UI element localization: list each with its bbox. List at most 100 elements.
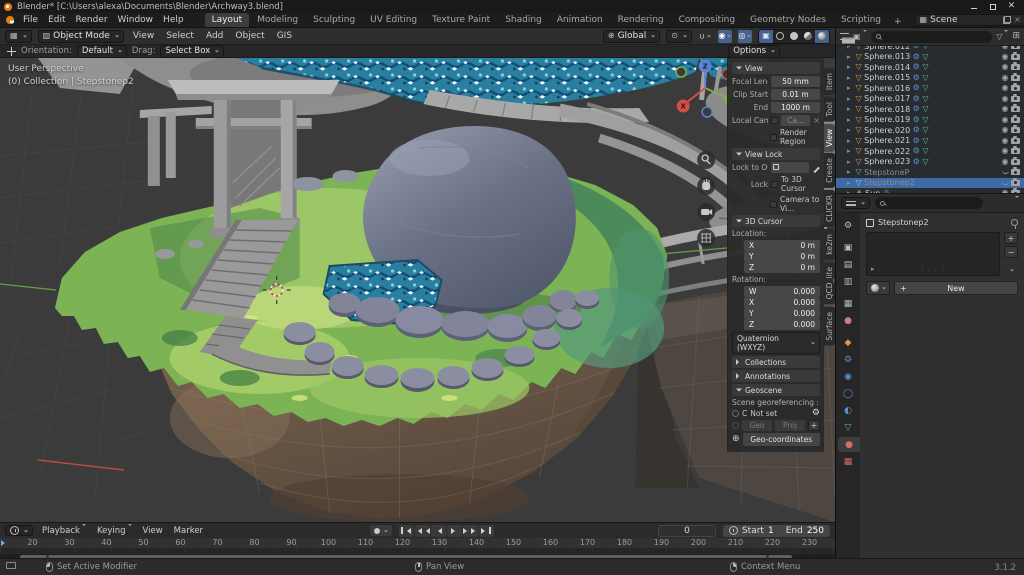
cursor-rot-x[interactable]: X0.000 xyxy=(744,297,820,308)
hide-viewport-toggle[interactable]: ◉ xyxy=(1002,84,1009,92)
hide-viewport-toggle[interactable]: ◉ xyxy=(1002,147,1009,155)
render-region-checkbox[interactable] xyxy=(770,134,777,141)
hide-viewport-toggle[interactable]: ◉ xyxy=(1002,95,1009,103)
hide-viewport-toggle[interactable]: ◉ xyxy=(1002,126,1009,134)
tab-constraints[interactable]: ◐ xyxy=(836,403,860,418)
hide-viewport-toggle[interactable]: ◉ xyxy=(1002,137,1009,145)
tab-texture[interactable]: ▦ xyxy=(836,454,860,469)
n-tab-item[interactable]: Item xyxy=(824,68,835,95)
clear-camera-icon[interactable]: × xyxy=(813,117,820,125)
pin-icon[interactable] xyxy=(1011,219,1018,226)
outliner-row[interactable]: ▸▽Sphere.014⚙▽◉ xyxy=(836,62,1024,73)
current-frame-field[interactable]: 0 xyxy=(658,525,716,537)
jump-to-start-button[interactable] xyxy=(399,525,414,537)
shading-material-button[interactable] xyxy=(801,30,815,43)
options-dropdown[interactable]: Options xyxy=(728,45,780,58)
menu-item[interactable]: Window xyxy=(113,14,159,26)
hidden-eye-icon[interactable] xyxy=(1002,181,1009,185)
properties-editor-type[interactable] xyxy=(841,197,870,209)
outliner-row[interactable]: ▸▽Sphere.021⚙▽◉ xyxy=(836,136,1024,147)
local-camera-checkbox[interactable] xyxy=(771,117,778,124)
n-tab-clickr[interactable]: CLICKR xyxy=(824,190,835,227)
stopwatch-icon[interactable] xyxy=(729,526,738,535)
cursor-rot-z[interactable]: Z0.000 xyxy=(744,319,820,330)
material-slot-list[interactable]: ▸ : : : : xyxy=(866,232,1000,276)
outliner-row[interactable]: ▸▽Sphere.020⚙▽◉ xyxy=(836,125,1024,136)
play-reverse-button[interactable] xyxy=(431,525,446,537)
pivot-point-selector[interactable]: ⊙ xyxy=(666,30,692,43)
timeline-marker-menu[interactable]: Marker xyxy=(172,526,205,536)
close-button[interactable]: ✕ xyxy=(1003,1,1020,12)
workspace-tab[interactable]: Geometry Nodes xyxy=(743,13,833,27)
tab-output[interactable]: ▤ xyxy=(836,257,860,272)
crs-radio[interactable] xyxy=(732,410,739,417)
tab-material[interactable]: ● xyxy=(838,437,860,452)
n-tab-ke2m[interactable]: ke2m xyxy=(824,229,835,260)
editor-type-selector[interactable]: ▦ xyxy=(5,30,32,43)
local-camera-field[interactable]: Ca... xyxy=(781,115,810,126)
clip-end-field[interactable]: 1000 m xyxy=(771,102,820,113)
viewport-menu-item[interactable]: Select xyxy=(163,30,197,42)
workspace-tab[interactable]: Texture Paint xyxy=(425,13,497,27)
workspace-tab[interactable]: UV Editing xyxy=(363,13,424,27)
camera-view-button[interactable] xyxy=(697,203,715,221)
properties-filter-dropdown[interactable] xyxy=(1013,198,1019,208)
scene-canvas[interactable]: Z Y X xyxy=(0,58,835,522)
workspace-tab[interactable]: Animation xyxy=(550,13,610,27)
disable-render-toggle[interactable] xyxy=(1011,85,1020,91)
keying-menu[interactable]: Keying xyxy=(95,526,134,536)
proj-button[interactable]: Proj xyxy=(775,420,805,431)
proportional-editing-toggle[interactable]: ◎ xyxy=(738,30,752,43)
lock-to-object-field[interactable] xyxy=(771,162,809,173)
workspace-tab[interactable]: Compositing xyxy=(672,13,742,27)
cursor-rot-w[interactable]: W0.000 xyxy=(744,286,820,297)
play-button[interactable] xyxy=(447,525,462,537)
tab-render[interactable]: ▣ xyxy=(836,240,860,255)
disable-render-toggle[interactable] xyxy=(1011,148,1020,154)
start-frame-field[interactable]: 1 xyxy=(768,526,774,536)
disable-render-toggle[interactable] xyxy=(1011,75,1020,81)
outliner-row[interactable]: ▸▽Sphere.018⚙▽◉ xyxy=(836,104,1024,115)
cursor-loc-z[interactable]: Z0 m xyxy=(744,262,820,273)
add-crs-button[interactable]: + xyxy=(808,420,820,431)
n-tab-view[interactable]: View xyxy=(824,124,835,152)
mode-selector[interactable]: ▧Object Mode xyxy=(38,30,124,43)
viewport-menu-item[interactable]: View xyxy=(130,30,157,42)
snap-toggle[interactable]: ∩ xyxy=(698,30,712,43)
disable-render-toggle[interactable] xyxy=(1011,138,1020,144)
workspace-tab-layout[interactable]: Layout xyxy=(205,13,250,27)
properties-search-input[interactable] xyxy=(875,197,983,209)
outliner-filter-id-icon[interactable]: ▣ xyxy=(853,33,867,41)
drag-dropdown[interactable]: Select Box xyxy=(160,45,224,58)
jump-to-end-button[interactable] xyxy=(479,525,494,537)
outliner-row[interactable]: ▸▽Sphere.022⚙▽◉ xyxy=(836,146,1024,157)
outliner-display-mode[interactable] xyxy=(840,33,849,40)
rotation-order-dropdown[interactable]: Quaternion (WXYZ) xyxy=(732,332,820,354)
tab-tool[interactable]: ⚙ xyxy=(836,218,860,233)
geo-button[interactable]: Geo xyxy=(742,420,772,431)
slot-filter-disclosure[interactable]: ▸ xyxy=(871,265,877,273)
tab-particles[interactable]: ◉ xyxy=(836,369,860,384)
resize-grip[interactable]: : : : : xyxy=(921,265,944,273)
ortho-toggle-button[interactable] xyxy=(697,229,715,247)
hide-viewport-toggle[interactable]: ◉ xyxy=(1002,46,1009,50)
cursor-section-header[interactable]: 3D Cursor xyxy=(732,215,820,227)
outliner-row[interactable]: ▸▽Sphere.016⚙▽◉ xyxy=(836,83,1024,94)
annotations-section-header[interactable]: Annotations xyxy=(732,370,820,382)
outliner-row[interactable]: ▸▽Sphere.015⚙▽◉ xyxy=(836,73,1024,84)
tab-world[interactable]: ● xyxy=(836,313,860,328)
n-tab-surface[interactable]: Surface xyxy=(824,307,835,346)
menu-item[interactable]: File xyxy=(18,14,43,26)
remove-slot-button[interactable]: − xyxy=(1004,246,1018,258)
show-gizmo-toggle[interactable]: ▣ xyxy=(759,30,773,43)
outliner-row-active[interactable]: ▸▽Stepstonep2 xyxy=(836,178,1024,189)
hide-viewport-toggle[interactable]: ◉ xyxy=(1002,63,1009,71)
tab-modifiers[interactable]: ⚙ xyxy=(836,352,860,367)
outliner-search-input[interactable] xyxy=(871,31,993,43)
n-tab-create[interactable]: Create xyxy=(824,153,835,188)
next-keyframe-button[interactable] xyxy=(463,525,478,537)
viewport-menu-item[interactable]: Add xyxy=(203,30,226,42)
disable-render-toggle[interactable] xyxy=(1011,54,1020,60)
cursor-loc-y[interactable]: Y0 m xyxy=(744,251,820,262)
unlink-scene-icon[interactable]: × xyxy=(1014,16,1021,24)
